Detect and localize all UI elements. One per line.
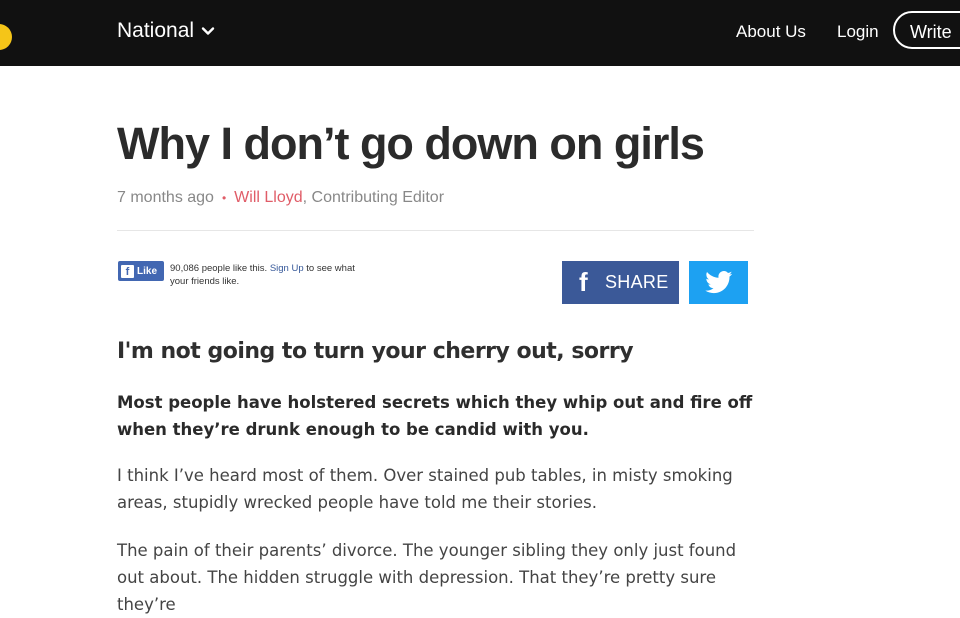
top-nav-bar: National About Us Login Write [0, 0, 960, 66]
login-link[interactable]: Login [837, 22, 879, 42]
author-link[interactable]: Will Lloyd [234, 189, 302, 206]
site-logo[interactable] [0, 24, 12, 50]
article-title: Why I don’t go down on girls [117, 118, 705, 169]
facebook-share-button[interactable]: f SHARE [562, 261, 679, 304]
facebook-icon: f [579, 267, 588, 297]
like-count-text: 90,086 people like this. [170, 263, 268, 274]
divider [117, 230, 754, 231]
meta-separator: • [221, 191, 227, 205]
facebook-like-button[interactable]: f Like [118, 261, 164, 281]
article-paragraph: I think I’ve heard most of them. Over st… [117, 466, 733, 512]
share-label: SHARE [605, 272, 669, 292]
facebook-icon: f [121, 264, 134, 278]
facebook-like-count: 90,086 people like this. Sign Up to see … [170, 262, 370, 288]
about-us-link[interactable]: About Us [736, 22, 806, 42]
publish-time: 7 months ago [117, 189, 214, 206]
chevron-down-icon [201, 27, 215, 35]
edition-label: National [117, 19, 195, 42]
write-button[interactable]: Write [893, 11, 960, 49]
article-meta: 7 months ago • Will Lloyd, Contributing Ed… [117, 189, 444, 207]
edition-dropdown[interactable]: National [117, 19, 216, 43]
like-label: Like [137, 265, 158, 277]
article-lead: Most people have holstered secrets which… [117, 393, 753, 439]
twitter-icon [704, 271, 732, 294]
article-subtitle: I'm not going to turn your cherry out, s… [117, 339, 634, 364]
fb-signup-link[interactable]: Sign Up [270, 263, 304, 274]
article-paragraph: The pain of their parents’ divorce. The … [117, 541, 737, 614]
author-role: , Contributing Editor [302, 189, 445, 206]
twitter-share-button[interactable] [689, 261, 748, 304]
